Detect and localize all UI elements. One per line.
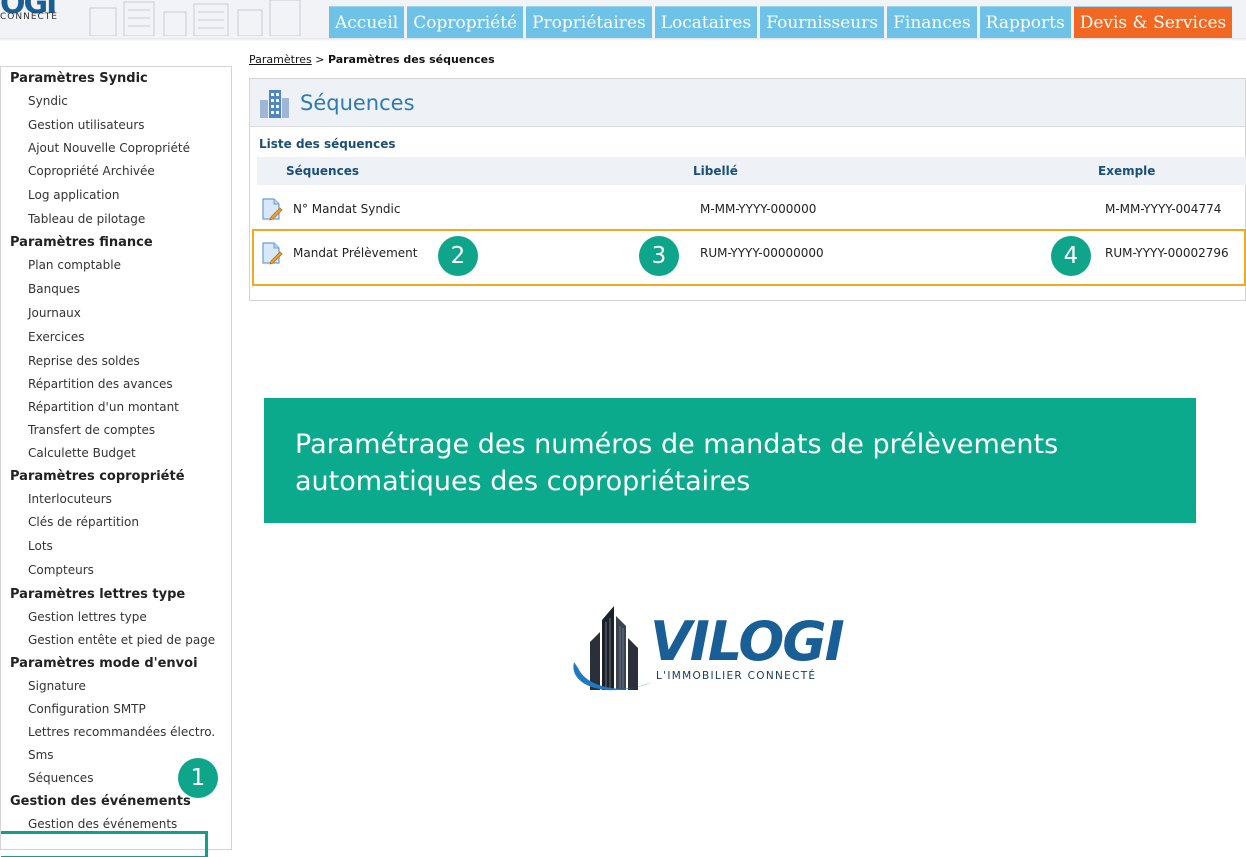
breadcrumb-separator: > bbox=[311, 53, 328, 66]
vilogi-logo: VILOGI L'IMMOBILIER CONNECTÉ bbox=[568, 602, 868, 702]
edit-document-icon[interactable] bbox=[261, 197, 283, 221]
sidebar-item-sms[interactable]: Sms bbox=[28, 748, 54, 762]
top-header: OGI CONNECTÉ Accueil Copropriété Proprié… bbox=[0, 0, 1246, 38]
page-title: Séquences bbox=[300, 91, 415, 115]
skyline-decoration-icon bbox=[89, 0, 301, 36]
sidebar-item-syndic[interactable]: Syndic bbox=[28, 94, 68, 108]
banner-line-1: Paramétrage des numéros de mandats de pr… bbox=[295, 429, 1059, 460]
sidebar-item-gestion-evenements[interactable]: Gestion des événements bbox=[28, 817, 177, 831]
column-header-libelle: Libellé bbox=[693, 164, 738, 178]
sidebar-group-evenements: Gestion des événements bbox=[10, 794, 191, 809]
app-logo[interactable]: OGI CONNECTÉ bbox=[0, 0, 80, 30]
sidebar-item-journaux[interactable]: Journaux bbox=[28, 306, 81, 320]
tab-copropriete[interactable]: Copropriété bbox=[407, 6, 524, 38]
column-header-sequences: Séquences bbox=[286, 164, 359, 178]
sidebar-item-repartition-avances[interactable]: Répartition des avances bbox=[28, 377, 173, 391]
sidebar-group-mode-envoi: Paramètres mode d'envoi bbox=[10, 656, 198, 671]
main-nav: Accueil Copropriété Propriétaires Locata… bbox=[329, 6, 1233, 38]
sidebar-item-calculette-budget[interactable]: Calculette Budget bbox=[28, 446, 136, 460]
panel-header: Séquences bbox=[250, 79, 1245, 127]
tab-locataires[interactable]: Locataires bbox=[654, 6, 758, 38]
step-badge-1: 1 bbox=[178, 758, 218, 798]
edit-document-icon[interactable] bbox=[261, 241, 283, 265]
step-badge-2: 2 bbox=[438, 236, 478, 276]
sidebar-item-repartition-montant[interactable]: Répartition d'un montant bbox=[28, 400, 179, 414]
info-banner: Paramétrage des numéros de mandats de pr… bbox=[264, 398, 1196, 523]
banner-line-2: automatiques des copropriétaires bbox=[295, 466, 751, 497]
step-badge-3: 3 bbox=[639, 236, 679, 276]
sidebar-item-log-application[interactable]: Log application bbox=[28, 188, 119, 202]
sidebar-item-copropriete-archivee[interactable]: Copropriété Archivée bbox=[28, 164, 155, 178]
sidebar-item-tableau-pilotage[interactable]: Tableau de pilotage bbox=[28, 212, 145, 226]
sequences-panel: Séquences Liste des séquences Séquences … bbox=[249, 78, 1246, 301]
sidebar-item-transfert-comptes[interactable]: Transfert de comptes bbox=[28, 423, 155, 437]
breadcrumb: Paramètres > Paramètres des séquences bbox=[249, 53, 495, 66]
logo-subtitle: CONNECTÉ bbox=[0, 12, 58, 22]
sidebar-item-reprise-soldes[interactable]: Reprise des soldes bbox=[28, 354, 140, 368]
sidebar-item-lettres-recommandees[interactable]: Lettres recommandées électro. bbox=[28, 725, 215, 739]
list-title: Liste des séquences bbox=[259, 137, 396, 151]
table-header: Séquences Libellé Exemple bbox=[257, 157, 1246, 185]
settings-sidebar: Paramètres Syndic Syndic Gestion utilisa… bbox=[0, 66, 232, 857]
tab-proprietaires[interactable]: Propriétaires bbox=[526, 6, 652, 38]
cell-exemple: M-MM-YYYY-004774 bbox=[1105, 202, 1222, 216]
brand-tagline: L'IMMOBILIER CONNECTÉ bbox=[656, 670, 817, 682]
table-row[interactable]: N° Mandat Syndic M-MM-YYYY-000000 M-MM-Y… bbox=[250, 187, 1245, 233]
sidebar-item-signature[interactable]: Signature bbox=[28, 679, 86, 693]
sidebar-item-cles-repartition[interactable]: Clés de répartition bbox=[28, 515, 139, 529]
sidebar-item-ajout-copropriete[interactable]: Ajout Nouvelle Copropriété bbox=[28, 141, 190, 155]
sidebar-group-syndic: Paramètres Syndic bbox=[10, 71, 148, 86]
cell-libelle: M-MM-YYYY-000000 bbox=[700, 202, 817, 216]
breadcrumb-parent-link[interactable]: Paramètres bbox=[249, 53, 312, 66]
tab-rapports[interactable]: Rapports bbox=[979, 6, 1071, 38]
active-item-highlight bbox=[1, 831, 208, 857]
sidebar-item-interlocuteurs[interactable]: Interlocuteurs bbox=[28, 492, 112, 506]
cell-exemple: RUM-YYYY-00002796 bbox=[1105, 246, 1229, 260]
tab-accueil[interactable]: Accueil bbox=[329, 6, 405, 38]
cell-sequence: N° Mandat Syndic bbox=[293, 202, 401, 216]
tab-fournisseurs[interactable]: Fournisseurs bbox=[760, 6, 885, 38]
sidebar-item-gestion-utilisateurs[interactable]: Gestion utilisateurs bbox=[28, 118, 145, 132]
breadcrumb-current: Paramètres des séquences bbox=[327, 53, 495, 66]
sidebar-group-finance: Paramètres finance bbox=[10, 235, 153, 250]
banner-text: Paramétrage des numéros de mandats de pr… bbox=[295, 426, 1175, 500]
sidebar-group-copropriete: Paramètres copropriété bbox=[10, 469, 185, 484]
table-row[interactable]: Mandat Prélèvement RUM-YYYY-00000000 RUM… bbox=[250, 231, 1245, 277]
header-divider bbox=[0, 38, 1246, 41]
skyscraper-logo-icon bbox=[573, 606, 652, 691]
column-header-exemple: Exemple bbox=[1098, 164, 1156, 178]
sidebar-group-lettres-type: Paramètres lettres type bbox=[10, 587, 186, 602]
sidebar-item-plan-comptable[interactable]: Plan comptable bbox=[28, 258, 121, 272]
step-badge-4: 4 bbox=[1051, 236, 1091, 276]
sidebar-item-banques[interactable]: Banques bbox=[28, 282, 80, 296]
sidebar-item-compteurs[interactable]: Compteurs bbox=[28, 563, 94, 577]
sidebar-item-configuration-smtp[interactable]: Configuration SMTP bbox=[28, 702, 146, 716]
sidebar-item-sequences[interactable]: Séquences bbox=[28, 771, 93, 785]
tab-finances[interactable]: Finances bbox=[887, 6, 977, 38]
tab-devis-services[interactable]: Devis & Services bbox=[1073, 6, 1233, 38]
cell-libelle: RUM-YYYY-00000000 bbox=[700, 246, 824, 260]
sidebar-item-exercices[interactable]: Exercices bbox=[28, 330, 85, 344]
cell-sequence: Mandat Prélèvement bbox=[293, 246, 418, 260]
sidebar-item-entete-pied[interactable]: Gestion entête et pied de page bbox=[28, 633, 215, 647]
building-icon bbox=[260, 90, 289, 118]
sidebar-item-gestion-lettres[interactable]: Gestion lettres type bbox=[28, 610, 147, 624]
brand-name: VILOGI bbox=[650, 610, 845, 673]
sidebar-item-lots[interactable]: Lots bbox=[28, 539, 53, 553]
